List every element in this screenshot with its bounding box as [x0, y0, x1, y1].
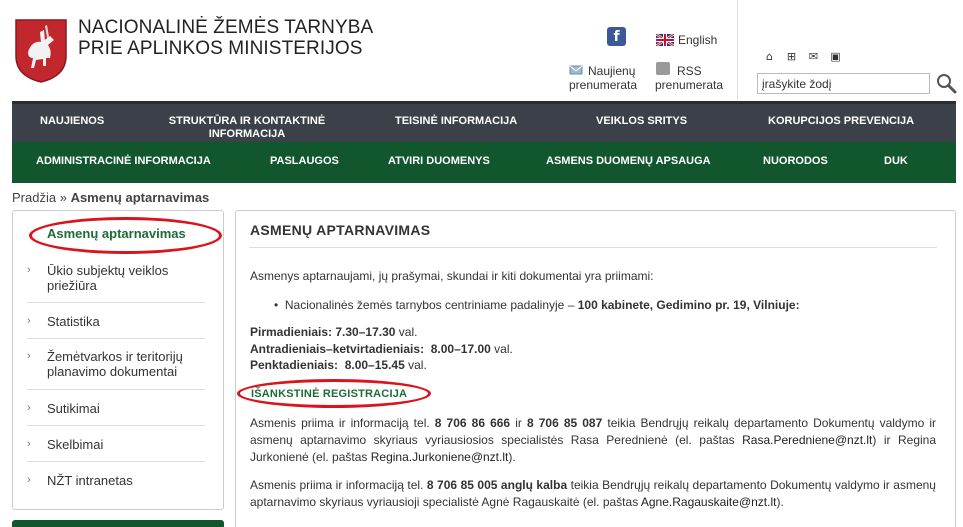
location-bullet: • Nacionalinės žemės tarnybos centriniam…: [274, 297, 800, 314]
uk-flag-icon: [656, 34, 674, 46]
sidebar-item-sutikimai[interactable]: › Sutikimai: [27, 391, 205, 426]
rss-label-2: prenumerata: [655, 78, 724, 92]
bullet-icon: ›: [27, 350, 31, 362]
coat-of-arms-logo[interactable]: [14, 18, 68, 84]
sidebar-item-statistika[interactable]: › Statistika: [27, 304, 205, 339]
search-input[interactable]: [757, 73, 930, 94]
hours-unit: val.: [408, 358, 427, 372]
breadcrumb: Pradžia » Asmenų aptarnavimas: [12, 190, 209, 205]
english-label: English: [678, 33, 718, 47]
sitemap-icon[interactable]: ⊞: [785, 50, 798, 63]
bullet-icon: ›: [27, 315, 31, 327]
newsletter-label-2: prenumerata: [569, 78, 638, 92]
page-title: ASMENŲ APTARNAVIMAS: [250, 222, 431, 238]
nav-nuorodos[interactable]: NUORODOS: [763, 155, 828, 167]
hours-time: 8.00–17.00: [430, 342, 491, 356]
rss-label-1: RSS: [677, 64, 702, 78]
bullet-dot: •: [274, 298, 279, 312]
main-navigation-bottom: ADMINISTRACINĖ INFORMACIJA PASLAUGOS ATV…: [12, 142, 956, 183]
nav-struktura[interactable]: STRUKTŪRA IR KONTAKTINĖ INFORMACIJA: [162, 115, 332, 141]
newsletter-link[interactable]: Naujienų prenumerata: [569, 64, 637, 92]
email-link[interactable]: Rasa.Peredniene@nzt.lt: [742, 433, 872, 447]
nav-asmens-duomenu[interactable]: ASMENS DUOMENŲ APSAUGA: [546, 155, 711, 167]
hours-friday: Penktadieniais: 8.00–15.45 val.: [250, 357, 427, 374]
email-link[interactable]: Regina.Jurkoniene@nzt.lt: [371, 450, 509, 464]
annotation-ellipse-registration: [237, 379, 431, 408]
nav-atviri-duomenys[interactable]: ATVIRI DUOMENYS: [388, 155, 490, 167]
sidebar-item-label: Statistika: [47, 314, 100, 329]
intro-text: Asmenys aptarnaujami, jų prašymai, skund…: [250, 269, 654, 283]
hours-unit: val.: [398, 325, 418, 339]
registration-paragraph-1: Asmenis priima ir informaciją tel. 8 706…: [250, 416, 937, 464]
nav-struktura-line2: INFORMACIJA: [208, 128, 286, 140]
site-title[interactable]: NACIONALINĖ ŽEMĖS TARNYBA PRIE APLINKOS …: [78, 17, 373, 59]
breadcrumb-separator: »: [59, 190, 67, 205]
location-text: Nacionalinės žemės tarnybos centriniame …: [284, 298, 575, 312]
sidebar-item-zemetvarkos[interactable]: › Žemėtvarkos ir teritorijų planavimo dok…: [27, 340, 205, 390]
sidebar-item-skelbimai[interactable]: › Skelbimai: [27, 427, 205, 462]
bullet-icon: ›: [27, 474, 31, 486]
newsletter-label-1: Naujienų: [588, 64, 636, 78]
mail-icon[interactable]: ✉: [807, 50, 820, 63]
nav-duk[interactable]: DUK: [884, 155, 908, 167]
hours-day: Antradieniais–ketvirtadieniais:: [250, 342, 425, 356]
hours-monday: Pirmadieniais: 7.30–17.30 val.: [250, 324, 417, 341]
main-navigation-top: NAUJIENOS STRUKTŪRA IR KONTAKTINĖ INFORM…: [12, 101, 956, 142]
accessibility-icon[interactable]: ▣: [829, 50, 842, 63]
nav-veiklos[interactable]: VEIKLOS SRITYS: [596, 115, 687, 128]
sidebar-item-label: NŽT intranetas: [47, 473, 133, 488]
registration-paragraph-2: Asmenis priima ir informaciją tel. 8 706…: [250, 478, 936, 509]
rss-link[interactable]: RSS prenumerata: [655, 64, 723, 92]
sidebar-bottom-block: [12, 520, 224, 527]
location-address: 100 kabinete, Gedimino pr. 19, Vilniuje:: [577, 298, 800, 312]
bullet-icon: ›: [27, 438, 31, 450]
nav-administracine[interactable]: ADMINISTRACINĖ INFORMACIJA: [36, 155, 211, 167]
phone-number[interactable]: 8 706 85 087: [527, 416, 602, 430]
nav-teisine[interactable]: TEISINĖ INFORMACIJA: [395, 115, 517, 128]
hours-tue-thu: Antradieniais–ketvirtadieniais: 8.00–17.…: [250, 341, 513, 358]
annotation-ellipse-sidebar: [29, 217, 222, 254]
search-icon[interactable]: [935, 72, 957, 94]
phone-number[interactable]: 8 706 85 005 anglų kalba: [427, 478, 567, 492]
nav-korupcijos[interactable]: KORUPCIJOS PREVENCIJA: [768, 115, 914, 128]
english-language-link[interactable]: English: [656, 33, 717, 47]
utility-icons: ⌂ ⊞ ✉ ▣: [763, 50, 842, 63]
site-title-line1: NACIONALINĖ ŽEMĖS TARNYBA: [78, 17, 374, 38]
breadcrumb-home[interactable]: Pradžia: [12, 190, 56, 205]
nav-naujienos[interactable]: NAUJIENOS: [40, 115, 104, 128]
sidebar-item-ukio-subjektu[interactable]: › Ūkio subjektų veiklos priežiūra: [27, 255, 205, 303]
hours-time: 8.00–15.45: [344, 358, 405, 372]
breadcrumb-current: Asmenų aptarnavimas: [70, 190, 210, 205]
title-divider: [249, 247, 937, 248]
sidebar-item-label: Skelbimai: [47, 437, 104, 452]
hours-unit: val.: [494, 342, 513, 356]
sidebar-item-label: Žemėtvarkos ir teritorijų planavimo dokum…: [47, 349, 183, 379]
facebook-icon[interactable]: f: [607, 27, 626, 46]
hours-day: Pirmadieniais:: [250, 325, 333, 339]
header-divider: [737, 0, 738, 100]
sidebar-item-label: Ūkio subjektų veiklos priežiūra: [47, 263, 169, 293]
bullet-icon: ›: [27, 264, 31, 276]
nav-paslaugos[interactable]: PASLAUGOS: [270, 155, 339, 167]
bullet-icon: ›: [27, 402, 31, 414]
nav-struktura-line1: STRUKTŪRA IR KONTAKTINĖ: [168, 115, 326, 127]
hours-day: Penktadieniais:: [250, 358, 339, 372]
email-link[interactable]: Agne.Ragauskaite@nzt.lt: [641, 495, 777, 509]
home-icon[interactable]: ⌂: [763, 50, 776, 63]
phone-number[interactable]: 8 706 86 666: [435, 416, 510, 430]
hours-time: 7.30–17.30: [335, 325, 396, 339]
sidebar-item-label: Sutikimai: [47, 401, 100, 416]
site-title-line2: PRIE APLINKOS MINISTERIJOS: [78, 38, 363, 59]
sidebar-item-nzt-intranetas[interactable]: › NŽT intranetas: [27, 463, 205, 498]
